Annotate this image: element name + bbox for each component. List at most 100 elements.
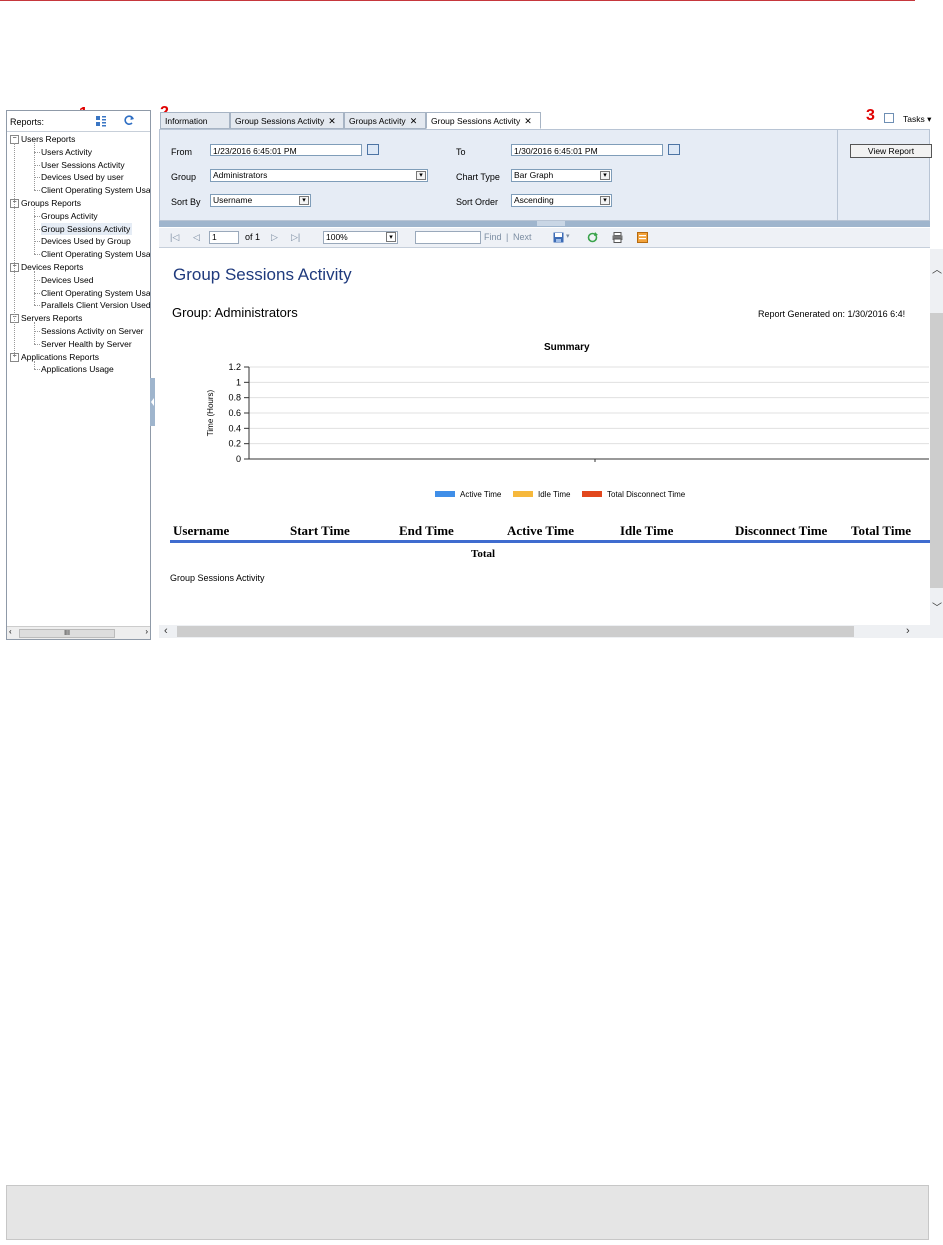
reports-panel: Reports: − Users Reports Users Activity Use… xyxy=(6,110,151,640)
close-icon[interactable]: ✕ xyxy=(328,116,336,126)
parameters-collapse-bar[interactable] xyxy=(159,221,930,227)
tree-report-item[interactable]: Devices Used by Group xyxy=(41,235,133,247)
tree-group-item[interactable]: − Users Reports xyxy=(10,133,75,145)
report-vertical-scrollbar[interactable]: ︿ ﹀ xyxy=(930,249,943,625)
tree-report-item[interactable]: Server Health by Server xyxy=(41,338,134,350)
tab-label: Group Sessions Activity xyxy=(235,116,325,126)
tree-report-item[interactable]: Groups Activity xyxy=(41,210,100,222)
tree-report-item[interactable]: Applications Usage xyxy=(41,363,116,375)
from-date-field[interactable]: 1/23/2016 6:45:01 PM xyxy=(210,144,362,156)
column-header-idle-time[interactable]: Idle Time xyxy=(620,523,673,539)
tree-report-item[interactable]: Parallels Client Version Used xyxy=(41,299,151,311)
reports-horizontal-scrollbar[interactable]: ‹ III › xyxy=(7,626,150,639)
calendar-icon[interactable] xyxy=(367,144,379,155)
tab-groups-activity[interactable]: Groups Activity ✕ xyxy=(344,112,426,129)
chart-type-label: Chart Type xyxy=(456,172,500,182)
scroll-down-icon[interactable]: ﹀ xyxy=(932,599,942,614)
find-separator: | xyxy=(506,232,509,242)
scroll-up-icon[interactable]: ︿ xyxy=(932,261,942,276)
export-dropdown-icon[interactable]: ▾ xyxy=(566,232,570,240)
tree-report-item[interactable]: Group Sessions Activity xyxy=(41,222,133,235)
page-number-input[interactable]: 1 xyxy=(209,231,239,244)
to-date-field[interactable]: 1/30/2016 6:45:01 PM xyxy=(511,144,663,156)
tree-report-item[interactable]: User Sessions Activity xyxy=(41,159,127,171)
tree-group-item[interactable]: − Groups Reports xyxy=(10,197,81,209)
calendar-icon[interactable] xyxy=(668,144,680,155)
view-report-button[interactable]: View Report xyxy=(850,144,932,158)
layout-icon[interactable] xyxy=(95,115,107,127)
zoom-value: 100% xyxy=(326,232,348,242)
column-header-start-time[interactable]: Start Time xyxy=(290,523,350,539)
tree-item-label: Parallels Client Version Used xyxy=(41,300,151,311)
column-header-active-time[interactable]: Active Time xyxy=(507,523,574,539)
collapse-left-icon[interactable] xyxy=(150,378,155,426)
find-link[interactable]: Find xyxy=(484,232,502,242)
scroll-right-icon[interactable]: › xyxy=(145,627,148,636)
tree-connector xyxy=(34,143,35,191)
refresh-report-icon[interactable] xyxy=(587,232,598,243)
export-save-icon[interactable] xyxy=(553,232,564,243)
tree-group-item[interactable]: − Devices Reports xyxy=(10,261,83,273)
tab-group-sessions-activity[interactable]: Group Sessions Activity ✕ xyxy=(230,112,344,129)
y-tick-label: 0 xyxy=(236,454,241,464)
tree-report-item[interactable]: Sessions Activity on Server xyxy=(41,325,146,337)
sort-order-select[interactable]: Ascending ▾ xyxy=(511,194,612,207)
collapse-up-icon[interactable] xyxy=(537,221,565,226)
legend-swatch xyxy=(435,491,455,497)
column-header-total-time[interactable]: Total Time xyxy=(851,523,911,539)
tree-item-label: Users Activity xyxy=(41,146,93,157)
reports-panel-header: Reports: xyxy=(7,111,150,132)
y-axis-label: Time (Hours) xyxy=(206,389,215,436)
zoom-select[interactable]: 100% ▾ xyxy=(323,231,398,244)
report-generated-on: Report Generated on: 1/30/2016 6:4! xyxy=(758,309,906,319)
tree-group-item[interactable]: − Servers Reports xyxy=(10,312,82,324)
print-layout-icon[interactable] xyxy=(637,232,648,243)
scroll-right-icon[interactable]: › xyxy=(906,625,910,637)
sort-by-select[interactable]: Username ▾ xyxy=(210,194,311,207)
tree-report-item[interactable]: Client Operating System Usa xyxy=(41,248,151,260)
reports-label: Reports: xyxy=(10,117,45,127)
report-viewer: Group Sessions Activity Group: Administr… xyxy=(159,249,930,625)
previous-page-icon[interactable]: ◁ xyxy=(193,232,200,243)
scroll-left-icon[interactable]: ‹ xyxy=(9,627,12,636)
close-icon[interactable]: ✕ xyxy=(410,116,418,126)
table-header-rule xyxy=(170,540,930,543)
page-count: of 1 xyxy=(245,232,261,242)
vertical-scrollbar-thumb[interactable] xyxy=(930,313,943,588)
scrollbar-thumb[interactable]: III xyxy=(19,629,115,638)
params-divider xyxy=(837,130,838,220)
tasks-icon[interactable] xyxy=(884,113,894,123)
scroll-corner xyxy=(930,625,943,638)
column-header-username[interactable]: Username xyxy=(173,523,229,539)
tree-report-item[interactable]: Client Operating System Usa xyxy=(41,287,150,299)
report-horizontal-scrollbar[interactable]: ‹ › xyxy=(159,625,930,638)
tree-group-item[interactable]: − Applications Reports xyxy=(10,351,99,363)
print-icon[interactable] xyxy=(612,232,623,243)
tab-group-sessions-activity-active[interactable]: Group Sessions Activity ✕ xyxy=(426,112,541,129)
next-page-icon[interactable]: ▷ xyxy=(271,232,278,243)
tree-report-item[interactable]: Users Activity xyxy=(41,146,94,158)
tree-report-item[interactable]: Devices Used xyxy=(41,274,95,286)
group-select[interactable]: Administrators ▾ xyxy=(210,169,428,182)
scroll-left-icon[interactable]: ‹ xyxy=(164,625,168,637)
close-icon[interactable]: ✕ xyxy=(524,116,532,126)
column-header-end-time[interactable]: End Time xyxy=(399,523,454,539)
tab-information[interactable]: Information xyxy=(160,112,230,129)
chart-type-select[interactable]: Bar Graph ▾ xyxy=(511,169,612,182)
first-page-icon[interactable]: |◁ xyxy=(170,232,179,243)
chart-title: Summary xyxy=(544,342,590,353)
tasks-menu[interactable]: Tasks ▾ xyxy=(903,114,931,125)
last-page-icon[interactable]: ▷| xyxy=(291,232,300,243)
find-input[interactable] xyxy=(415,231,481,244)
tree-report-item[interactable]: Devices Used by user xyxy=(41,171,126,183)
next-link[interactable]: Next xyxy=(513,232,532,242)
report-title: Group Sessions Activity xyxy=(173,265,352,284)
tree-item-label: Client Operating System Usa xyxy=(41,249,151,260)
summary-chart: 0 0.2 0.4 0.6 0.8 1 1.2 Time (Hours) Active Time… xyxy=(206,362,929,499)
horizontal-scrollbar-thumb[interactable] xyxy=(177,626,854,637)
panel-splitter[interactable] xyxy=(150,378,155,426)
tree-report-item[interactable]: Client Operating System Usa xyxy=(41,184,150,196)
column-header-disconnect-time[interactable]: Disconnect Time xyxy=(735,523,827,539)
tree-connector xyxy=(34,190,40,192)
refresh-icon[interactable] xyxy=(123,114,135,126)
